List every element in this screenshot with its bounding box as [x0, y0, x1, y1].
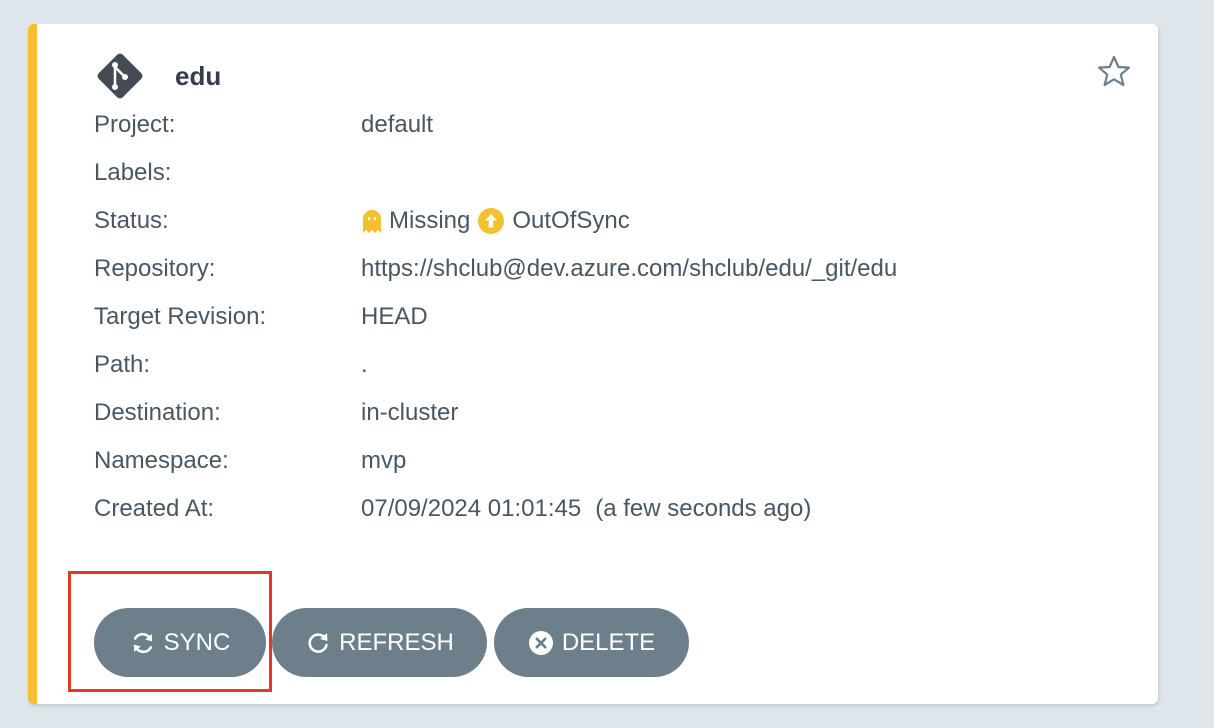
destination-label: Destination: — [94, 399, 221, 426]
repository-value: https://shclub@dev.azure.com/shclub/edu/… — [361, 255, 898, 282]
application-card[interactable]: edu Project: default Labels: Status: Mis… — [28, 24, 1158, 704]
close-circle-icon — [528, 630, 553, 655]
arrow-up-circle-icon — [478, 208, 505, 234]
namespace-label: Namespace: — [94, 447, 229, 474]
star-icon[interactable] — [1096, 54, 1132, 90]
sync-button[interactable]: SYNC — [94, 608, 266, 677]
created-at-relative: (a few seconds ago) — [595, 495, 812, 522]
status-label: Status: — [94, 207, 169, 234]
ghost-icon — [363, 210, 381, 233]
delete-button-label: DELETE — [561, 628, 656, 656]
path-value: . — [361, 351, 368, 378]
project-label: Project: — [94, 111, 176, 138]
card-header: edu — [94, 50, 221, 102]
labels-label: Labels: — [94, 159, 172, 186]
created-at-label: Created At: — [94, 495, 215, 522]
refresh-button-label: REFRESH — [339, 628, 454, 656]
refresh-icon — [308, 632, 328, 653]
created-at-value: 07/09/2024 01:01:45 (a few seconds ago) — [361, 492, 811, 526]
app-name[interactable]: edu — [175, 61, 221, 92]
destination-value: in-cluster — [361, 399, 459, 426]
git-icon — [97, 53, 143, 99]
namespace-value: mvp — [361, 447, 407, 474]
delete-button[interactable]: DELETE — [494, 608, 689, 677]
target-revision-value: HEAD — [361, 303, 428, 330]
status-value: Missing OutOfSync — [361, 204, 630, 238]
health-status: Missing — [389, 207, 471, 234]
path-label: Path: — [94, 351, 151, 378]
target-revision-label: Target Revision: — [94, 303, 267, 330]
sync-status: OutOfSync — [512, 207, 630, 234]
sync-button-label: SYNC — [163, 628, 231, 656]
repository-label: Repository: — [94, 255, 216, 282]
project-value: default — [361, 111, 434, 138]
refresh-button[interactable]: REFRESH — [272, 608, 487, 677]
created-at-timestamp: 07/09/2024 01:01:45 — [361, 495, 582, 522]
sync-icon — [133, 632, 152, 653]
